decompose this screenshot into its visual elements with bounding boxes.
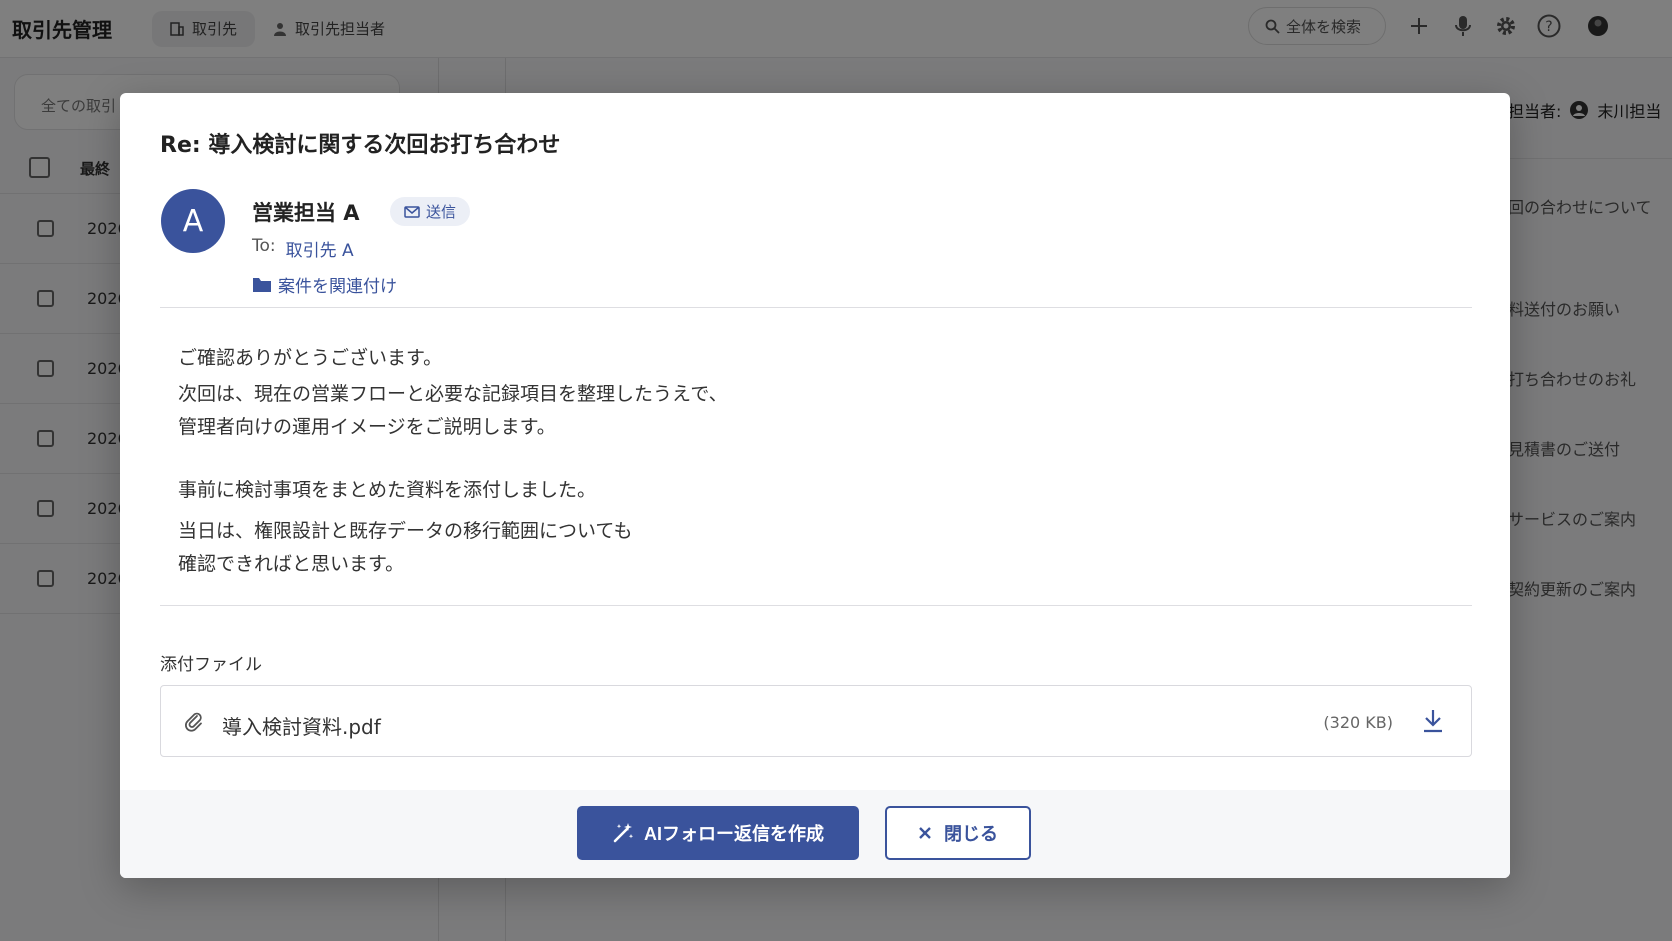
divider	[160, 605, 1472, 606]
sent-badge-label: 送信	[426, 203, 457, 221]
attachments-heading: 添付ファイル	[160, 655, 262, 675]
relate-deal-link[interactable]: 案件を関連付け	[252, 272, 397, 297]
email-body-line: ご確認ありがとうございます。	[178, 347, 443, 369]
email-body-line: 確認できればと思います。	[178, 553, 405, 575]
to-label: To:	[252, 236, 276, 256]
ai-follow-reply-button[interactable]: AIフォロー返信を作成	[577, 806, 859, 860]
attachment-item[interactable]: 導入検討資料.pdf (320 KB)	[160, 685, 1472, 757]
email-body-line: 管理者向けの運用イメージをご説明します。	[178, 416, 556, 438]
paperclip-icon	[185, 712, 202, 732]
divider	[160, 307, 1472, 308]
relate-deal-label: 案件を関連付け	[278, 277, 397, 297]
close-button[interactable]: 閉じる	[885, 806, 1031, 860]
email-body-line: 事前に検討事項をまとめた資料を添付しました。	[178, 479, 597, 501]
email-detail-dialog: Re: 導入検討に関する次回お打ち合わせ A 営業担当 A 送信 To: 取引先…	[120, 93, 1510, 878]
download-icon[interactable]	[1421, 708, 1445, 734]
folder-icon	[253, 277, 271, 292]
email-subject: Re: 導入検討に関する次回お打ち合わせ	[160, 133, 561, 158]
sender-name: 営業担当 A	[252, 201, 360, 225]
email-body-line: 当日は、権限設計と既存データの移行範囲についても	[178, 520, 633, 542]
sender-avatar: A	[161, 189, 225, 253]
email-body-line: 次回は、現在の営業フローと必要な記録項目を整理したうえで、	[178, 383, 728, 405]
magic-wand-icon	[613, 823, 634, 843]
recipient-row: To: 取引先 A	[252, 236, 354, 261]
close-icon	[919, 827, 931, 839]
attachment-name: 導入検討資料.pdf	[222, 715, 381, 739]
recipient-link[interactable]: 取引先 A	[286, 236, 354, 261]
sent-badge: 送信	[390, 197, 471, 226]
close-button-label: 閉じる	[944, 824, 998, 844]
mail-icon	[404, 205, 420, 218]
attachment-size: (320 KB)	[1323, 713, 1393, 732]
ai-follow-reply-label: AIフォロー返信を作成	[644, 824, 824, 844]
